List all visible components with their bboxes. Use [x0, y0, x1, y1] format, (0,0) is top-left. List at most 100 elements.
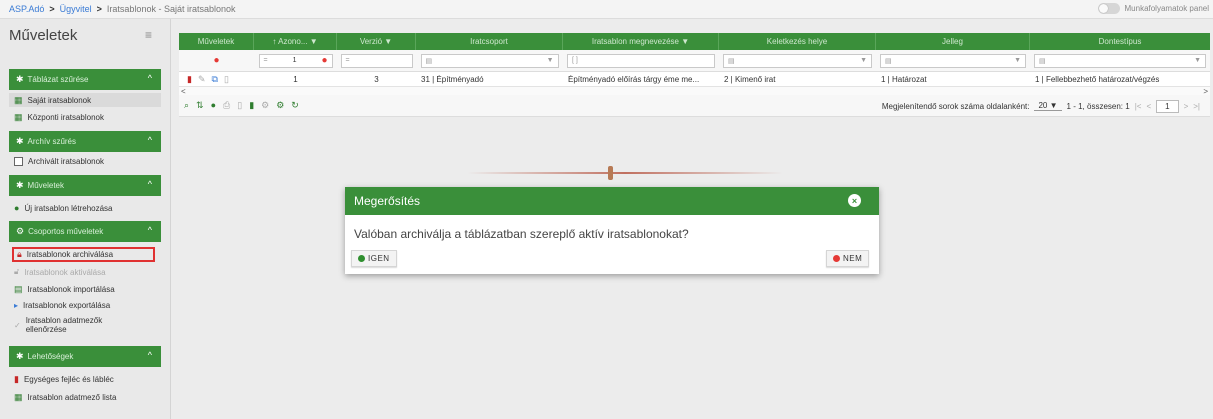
filter-cell-group: ▤ ▼ — [416, 50, 563, 72]
filter-row: ● = 1 ● = ▤ ▼ [ ] ▤ ▼ ▤ ▼ ▤ ▼ — [179, 50, 1210, 72]
settings-icon[interactable]: ⚙ — [261, 100, 269, 111]
section-actions[interactable]: ✱ Műveletek ^ — [9, 175, 161, 196]
sidebar-item-new-template[interactable]: ● Új iratsablon létrehozása — [14, 203, 112, 213]
gears-icon[interactable]: ⚙ — [276, 100, 284, 111]
scroll-left-icon[interactable]: < — [181, 87, 186, 96]
last-page-icon[interactable]: >| — [1193, 102, 1200, 111]
delete-icon[interactable]: ▯ — [224, 74, 229, 85]
filter-name-input[interactable]: [ ] — [567, 53, 715, 68]
lock-icon: 🔒︎ — [17, 249, 22, 259]
item-label: Egységes fejléc és lábléc — [23, 375, 114, 384]
sidebar-item-own-templates[interactable]: ▦ Saját iratsablonok — [9, 93, 161, 107]
sidebar-item-archive-templates[interactable]: 🔒︎ Iratsablonok archiválása — [12, 247, 155, 262]
gear-icon: ✱ — [16, 74, 24, 84]
section-label: Műveletek — [27, 181, 65, 190]
sidebar-item-export-templates[interactable]: ▸ Iratsablonok exportálása — [14, 301, 110, 310]
templates-table: Műveletek ↑ Azono... ▼ Verzió ▼ Iratcsop… — [179, 33, 1210, 117]
filter-decision-select[interactable]: ▤ ▼ — [1034, 53, 1206, 68]
text-filter-icon: [ ] — [572, 57, 578, 64]
filter-cell-decision: ▤ ▼ — [1030, 50, 1210, 72]
clear-filter-icon[interactable]: ● — [213, 55, 219, 66]
no-button-label: NEM — [843, 254, 863, 263]
check-icon: ✓ — [14, 320, 21, 330]
toggle-switch[interactable] — [1097, 3, 1120, 14]
chevron-up-icon[interactable]: ^ — [148, 179, 152, 189]
chevron-up-icon[interactable]: ^ — [148, 350, 152, 360]
edit-icon[interactable]: ✎ — [198, 74, 206, 85]
cancel-circle-icon — [833, 255, 840, 262]
splitter-handle[interactable] — [608, 166, 613, 180]
col-header-version[interactable]: Verzió ▼ — [337, 33, 416, 50]
sidebar-item-archived-templates[interactable]: Archivált iratsablonok — [14, 157, 104, 166]
list-icon: ▤ — [885, 57, 892, 65]
rows-per-page-select[interactable]: 20 ▼ — [1034, 101, 1062, 111]
filter-type-select[interactable]: ▤ ▼ — [880, 53, 1026, 68]
filter-origin-select[interactable]: ▤ ▼ — [723, 53, 872, 68]
dropdown-arrow-icon: ▼ — [546, 57, 554, 64]
sidebar-item-import-templates[interactable]: ▤ Iratsablonok importálása — [14, 284, 115, 295]
filter-group-select[interactable]: ▤ ▼ — [420, 53, 559, 68]
chevron-up-icon[interactable]: ^ — [148, 135, 152, 145]
section-label: Táblázat szűrése — [27, 75, 89, 84]
refresh-icon[interactable]: ↻ — [291, 100, 299, 111]
panel-splitter[interactable] — [467, 172, 783, 174]
cell-group: 31 | Építményadó — [421, 74, 484, 84]
filter-id-input[interactable]: = 1 ● — [258, 53, 333, 68]
section-archive-filter[interactable]: ✱ Archív szűrés ^ — [9, 131, 161, 152]
workflow-panel-toggle[interactable]: Munkafolyamatok panel — [1097, 3, 1209, 14]
section-table-filter[interactable]: ✱ Táblázat szűrése ^ — [9, 69, 161, 90]
chevron-up-icon[interactable]: ^ — [148, 73, 152, 83]
prev-page-icon[interactable]: < — [1146, 102, 1151, 111]
breadcrumb-current: Saját iratsablonok — [163, 4, 236, 14]
col-header-origin[interactable]: Keletkezés helye — [719, 33, 876, 50]
scroll-right-icon[interactable]: > — [1203, 87, 1208, 96]
col-header-actions[interactable]: Műveletek — [179, 33, 254, 50]
filter-version-input[interactable]: = — [340, 53, 413, 68]
sidebar-item-check-fields[interactable]: ✓ Iratsablon adatmezők ellenőrzése — [14, 316, 102, 334]
section-label: Csoportos műveletek — [28, 227, 104, 236]
breadcrumb-ugyvitel[interactable]: Ügyvitel — [60, 4, 92, 14]
equals-icon: = — [345, 57, 350, 64]
table-toolbar: ⌕ ⇅ ● ⎙ ▯ ▮ ⚙ ⚙ ↻ Megjelenítendő sorok s… — [179, 95, 1210, 117]
close-icon[interactable]: × — [848, 194, 861, 207]
breadcrumb-separator-icon: > — [96, 4, 102, 14]
add-icon[interactable]: ● — [211, 100, 216, 111]
sidebar-item-central-templates[interactable]: ▦ Központi iratsablonok — [14, 112, 104, 123]
sidebar-item-field-list[interactable]: ▦ Iratsablon adatmező lista — [14, 392, 116, 403]
pdf-icon[interactable]: ▮ — [187, 74, 192, 85]
clear-filter-icon[interactable]: ● — [321, 55, 327, 66]
dropdown-arrow-icon: ▼ — [1049, 101, 1058, 110]
breadcrumb-asp-ado[interactable]: ASP.Adó — [9, 4, 44, 14]
copy-icon[interactable]: ⧉ — [212, 74, 218, 85]
rows-per-page-value: 20 — [1038, 101, 1048, 110]
no-button[interactable]: NEM — [826, 250, 870, 267]
section-label: Archív szűrés — [27, 137, 77, 146]
first-page-icon[interactable]: |< — [1135, 102, 1142, 111]
reset-columns-icon[interactable]: ⇅ — [196, 100, 204, 111]
menu-icon[interactable]: ≡ — [145, 28, 152, 42]
item-label: Iratsablon adatmező lista — [27, 393, 117, 402]
page-number-input[interactable]: 1 — [1156, 99, 1179, 113]
next-page-icon[interactable]: > — [1184, 102, 1189, 111]
chevron-up-icon[interactable]: ^ — [148, 225, 152, 235]
print-icon[interactable]: ⎙ — [223, 100, 230, 111]
col-header-id[interactable]: ↑ Azono... ▼ — [254, 33, 337, 50]
yes-button[interactable]: IGEN — [351, 250, 397, 267]
section-group-actions[interactable]: ⚙ Csoportos műveletek ^ — [9, 221, 161, 242]
excel-icon[interactable]: ▮ — [249, 100, 254, 111]
gears-icon: ⚙ — [16, 226, 25, 236]
item-label: Saját iratsablonok — [27, 95, 92, 105]
sidebar-item-header-footer[interactable]: ▮ Egységes fejléc és lábléc — [14, 374, 114, 385]
document-icon[interactable]: ▯ — [237, 100, 242, 111]
table-row[interactable]: ▮ ✎ ⧉ ▯ 1 3 31 | Építményadó Építményadó… — [179, 72, 1210, 87]
col-header-type[interactable]: Jelleg — [876, 33, 1030, 50]
rows-per-page-label: Megjelenítendő sorok száma oldalanként: — [881, 101, 1030, 111]
search-icon[interactable]: ⌕ — [184, 100, 189, 111]
checkbox-icon[interactable] — [14, 157, 23, 166]
col-header-group[interactable]: Iratcsoport — [416, 33, 563, 50]
section-options[interactable]: ✱ Lehetőségek ^ — [9, 346, 161, 367]
col-header-decision[interactable]: Dontestípus — [1030, 33, 1210, 50]
clear-filters[interactable]: ● — [179, 50, 254, 72]
horizontal-scrollbar[interactable]: < > — [179, 87, 1210, 96]
col-header-name[interactable]: Iratsablon megnevezése ▼ — [563, 33, 719, 50]
